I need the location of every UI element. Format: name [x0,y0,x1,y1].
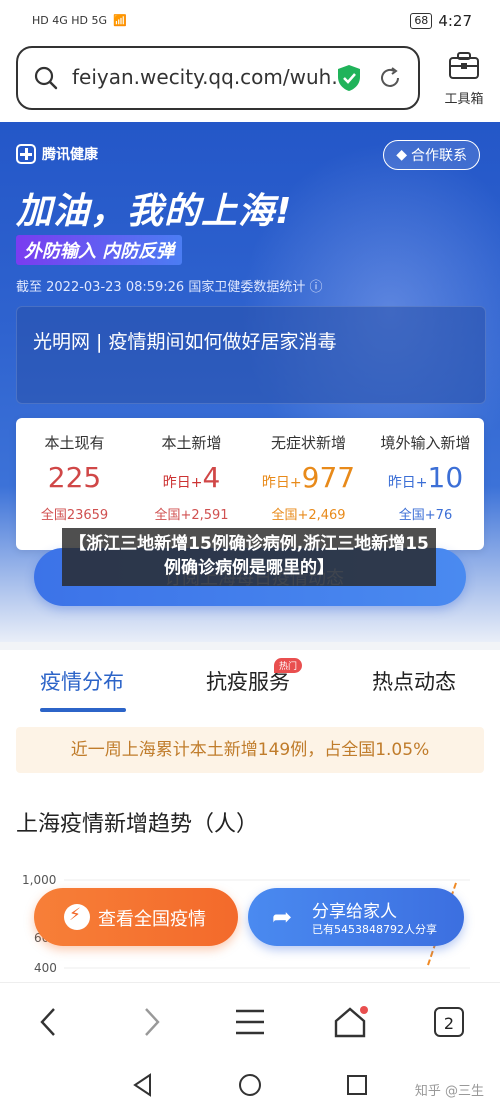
toolbox-label: 工具箱 [444,92,484,107]
system-home-icon[interactable] [237,1072,263,1098]
stat-total: 全国+2,469 [271,508,346,523]
brand-name: 腾讯健康 [42,147,98,163]
lightning-icon [64,904,90,930]
caption-overlay: 【浙江三地新增15例确诊病例,浙江三地新增15例确诊病例是哪里的】 [62,528,436,586]
stat-total: 全国+76 [398,508,453,523]
watermark: 知乎 @三生 [414,1084,484,1099]
stat-total: 全国+2,591 [154,508,229,523]
stat-label: 本土新增 [161,434,222,452]
clock: 4:27 [438,12,472,30]
system-recents-icon[interactable] [344,1072,370,1098]
share-title: 分享给家人 [312,902,397,922]
medical-plus-icon [16,144,36,164]
stat-asymptomatic-new: 无症状新增 昨日+977 全国+2,469 [250,432,367,523]
home-icon[interactable] [332,1005,368,1039]
trend-title: 上海疫情新增趋势（人） [16,812,259,837]
stat-prefix: 昨日+ [387,475,428,491]
forward-icon[interactable] [132,1005,168,1039]
brand-logo: 腾讯健康 [16,144,98,164]
hot-badge: 热门 [274,658,303,673]
tab-count-button[interactable]: 2 [434,1007,464,1037]
tab-count: 2 [443,1014,455,1033]
stat-value: 10 [427,461,464,494]
stat-imported-new: 境外输入新增 昨日+10 全国+76 [367,432,484,523]
news-card[interactable]: 光明网 | 疫情期间如何做好居家消毒 [16,306,486,404]
stat-value: 225 [47,461,102,494]
stat-value: 977 [301,461,356,494]
view-national-button[interactable]: 查看全国疫情 [34,888,238,946]
system-back-icon[interactable] [130,1072,156,1098]
status-bar: HD 4G HD 5G 📶 68 4:27 [0,0,500,46]
browser-nav-bar: 2 [0,982,500,1059]
signal-text: HD 4G HD 5G [32,14,108,27]
view-national-label: 查看全国疫情 [98,909,206,930]
stat-total: 全国23659 [40,508,109,523]
system-nav-bar: 知乎 @三生 [0,1058,500,1111]
tab-distribution[interactable]: 疫情分布 [40,666,124,696]
wifi-icon: 📶 [113,14,127,27]
tab-news[interactable]: 热点动态 [372,666,456,696]
battery-indicator: 68 [410,13,433,29]
active-tab-indicator [40,708,126,712]
stat-local-new: 本土新增 昨日+4 全国+2,591 [133,432,250,523]
stat-label: 无症状新增 [270,434,346,452]
share-button[interactable]: ➦ 分享给家人 已有5453848792人分享 [248,888,464,946]
menu-icon[interactable] [232,1005,268,1039]
stat-prefix: 昨日+ [162,475,203,491]
stat-local-current: 本土现有 225 全国23659 [16,432,133,523]
security-shield-icon[interactable] [336,64,362,92]
stat-prefix: 昨日+ [261,475,302,491]
slogan: 加油，我的上海! [16,191,293,232]
contact-label: 合作联系 [411,148,467,164]
stat-label: 本土现有 [44,434,105,452]
toolbox-icon [449,52,479,79]
share-arrow-icon: ➦ [272,903,293,931]
y-tick-label: 1,000 [22,873,56,887]
signal-indicator: HD 4G HD 5G 📶 [32,14,127,27]
back-icon[interactable] [32,1005,68,1039]
news-headline: 光明网 | 疫情期间如何做好居家消毒 [33,331,337,353]
data-timestamp: 截至 2022-03-23 08:59:26 国家卫健委数据统计 ⓘ [16,280,323,295]
stat-value: 4 [202,461,221,494]
address-bar[interactable]: feiyan.wecity.qq.com/wuh... [16,46,420,110]
reload-icon[interactable] [378,66,402,90]
url-text[interactable]: feiyan.wecity.qq.com/wuh... [72,65,350,89]
diamond-icon: ◆ [396,147,407,163]
share-subtitle: 已有5453848792人分享 [312,923,437,936]
tab-bar: 疫情分布 抗疫服务 热门 热点动态 [0,642,500,722]
stat-label: 境外输入新增 [380,434,471,452]
y-tick-label: 400 [34,961,57,975]
toolbox-button[interactable]: 工具箱 [436,52,492,112]
contact-button[interactable]: ◆ 合作联系 [383,140,480,170]
slogan-tag: 外防输入 内防反弹 [16,235,183,265]
search-icon [34,66,58,90]
weekly-notice: 近一周上海累计本土新增149例，占全国1.05% [16,727,484,773]
